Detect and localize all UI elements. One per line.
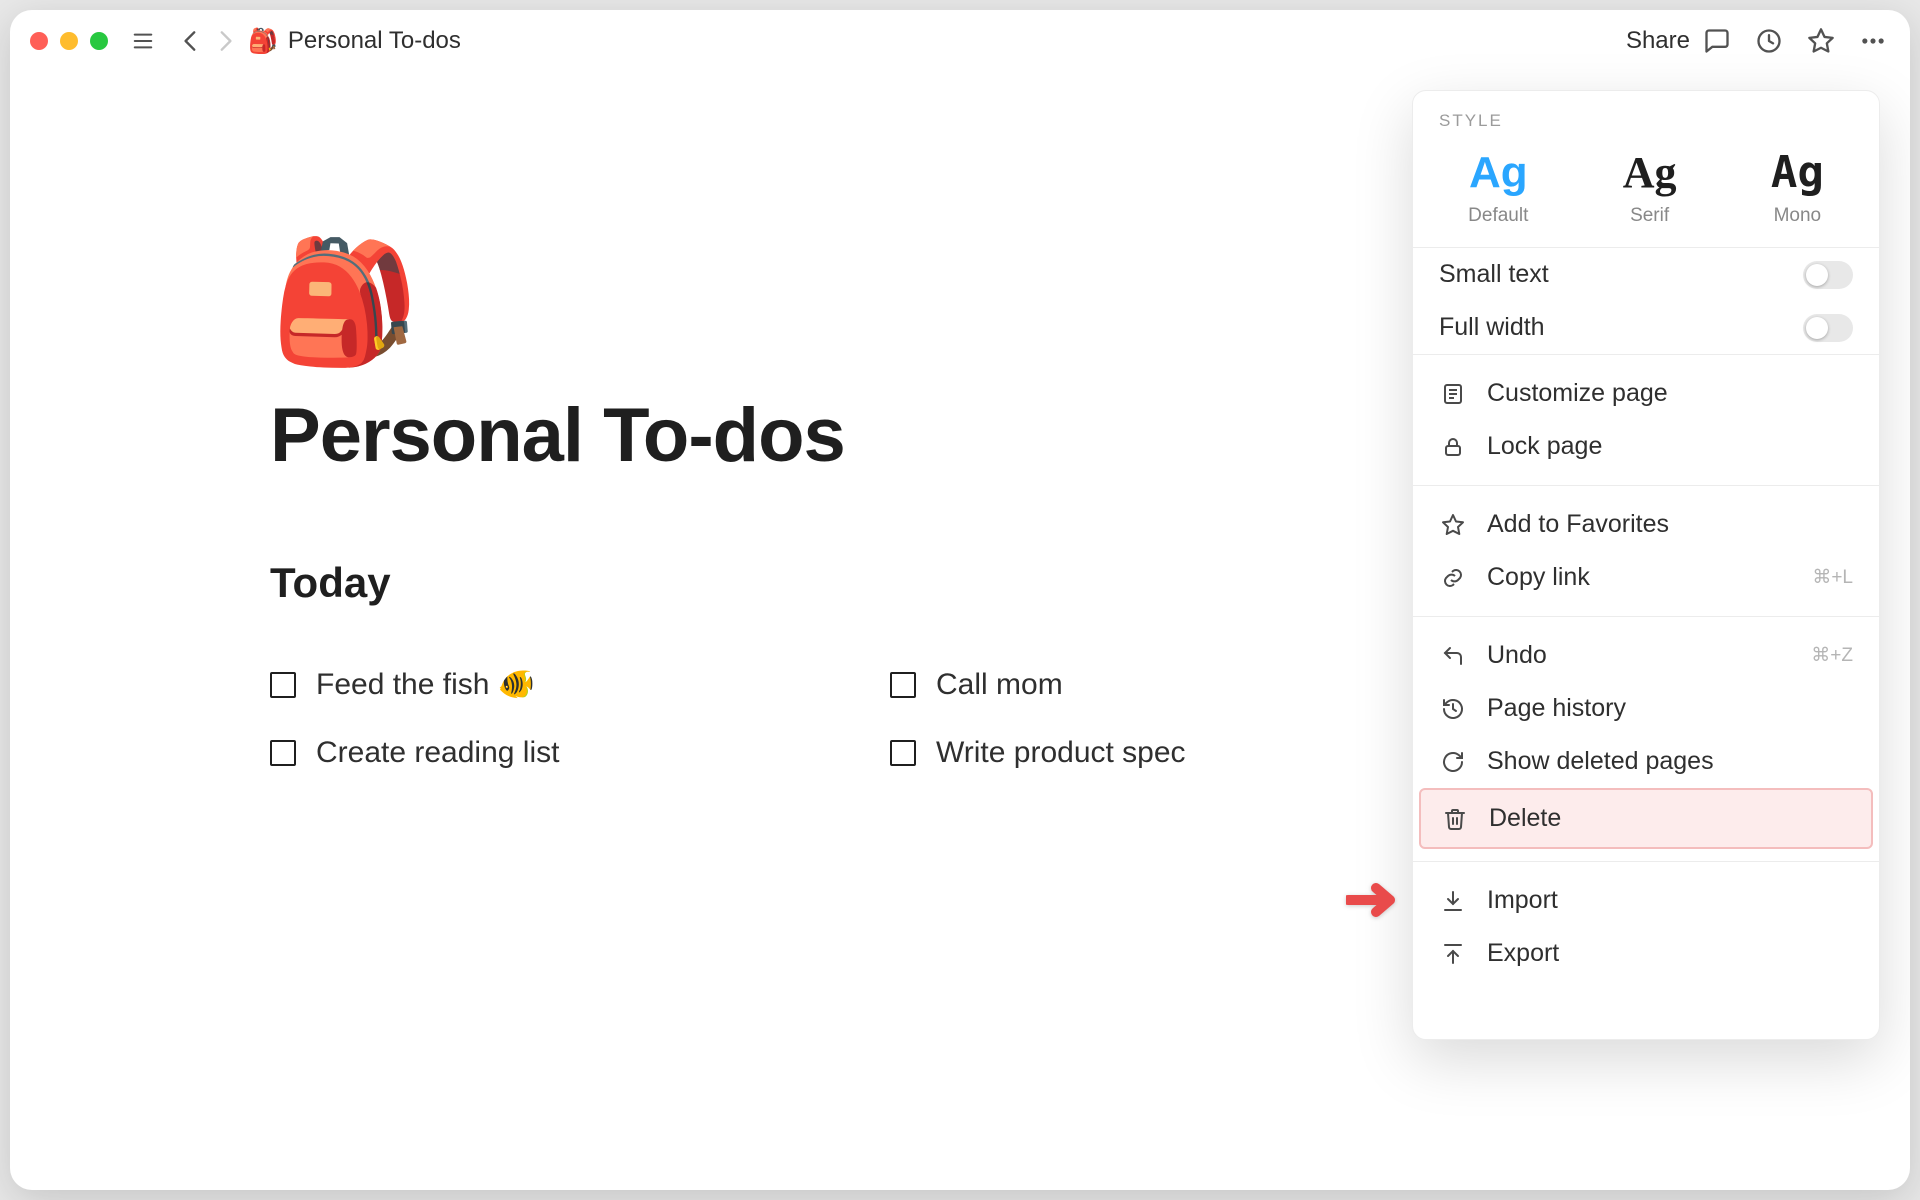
- topbar: 🎒 Personal To-dos Share: [10, 10, 1910, 72]
- export-icon: [1439, 940, 1467, 968]
- favorite-icon[interactable]: [1804, 24, 1838, 58]
- todo-item[interactable]: Call mom: [890, 667, 1470, 702]
- customize-icon: [1439, 380, 1467, 408]
- font-default[interactable]: Ag Default: [1468, 151, 1528, 227]
- breadcrumb-title: Personal To-dos: [288, 27, 461, 55]
- menu-page-history[interactable]: Page history: [1413, 682, 1879, 735]
- font-serif[interactable]: Ag Serif: [1623, 151, 1677, 227]
- breadcrumb[interactable]: 🎒 Personal To-dos: [248, 27, 461, 56]
- more-icon[interactable]: [1856, 24, 1890, 58]
- lock-icon: [1439, 433, 1467, 461]
- switch[interactable]: [1803, 314, 1853, 342]
- menu-copy-link[interactable]: Copy link ⌘+L: [1413, 551, 1879, 604]
- history-icon: [1439, 695, 1467, 723]
- switch[interactable]: [1803, 261, 1853, 289]
- todo-label: Feed the fish 🐠: [316, 667, 535, 702]
- checkbox[interactable]: [890, 740, 916, 766]
- todo-label: Call mom: [936, 668, 1063, 702]
- toggle-full-width[interactable]: Full width: [1413, 301, 1879, 354]
- window-controls: [30, 32, 108, 50]
- undo-icon: [1439, 642, 1467, 670]
- zoom-window[interactable]: [90, 32, 108, 50]
- font-mono[interactable]: Ag Mono: [1771, 151, 1824, 227]
- checkbox[interactable]: [270, 672, 296, 698]
- todo-item[interactable]: Feed the fish 🐠: [270, 667, 850, 702]
- close-window[interactable]: [30, 32, 48, 50]
- breadcrumb-icon: 🎒: [248, 27, 278, 56]
- menu-show-deleted[interactable]: Show deleted pages: [1413, 735, 1879, 788]
- share-button[interactable]: Share: [1626, 27, 1690, 55]
- updates-icon[interactable]: [1752, 24, 1786, 58]
- checkbox[interactable]: [890, 672, 916, 698]
- annotation-arrow-icon: [1346, 878, 1410, 922]
- style-section-label: STYLE: [1413, 91, 1879, 137]
- todo-item[interactable]: Write product spec: [890, 736, 1470, 770]
- menu-undo[interactable]: Undo ⌘+Z: [1413, 629, 1879, 682]
- todo-label: Create reading list: [316, 736, 559, 770]
- minimize-window[interactable]: [60, 32, 78, 50]
- menu-delete[interactable]: Delete: [1419, 788, 1873, 849]
- star-icon: [1439, 511, 1467, 539]
- toggle-small-text[interactable]: Small text: [1413, 248, 1879, 301]
- link-icon: [1439, 564, 1467, 592]
- menu-export[interactable]: Export: [1413, 927, 1879, 980]
- todo-label: Write product spec: [936, 736, 1186, 770]
- trash-icon: [1441, 805, 1469, 833]
- back-icon[interactable]: [174, 24, 208, 58]
- restore-icon: [1439, 748, 1467, 776]
- menu-lock-page[interactable]: Lock page: [1413, 420, 1879, 473]
- menu-customize-page[interactable]: Customize page: [1413, 367, 1879, 420]
- menu-import[interactable]: Import: [1413, 874, 1879, 927]
- forward-icon: [208, 24, 242, 58]
- sidebar-toggle-icon[interactable]: [126, 24, 160, 58]
- import-icon: [1439, 887, 1467, 915]
- todo-item[interactable]: Create reading list: [270, 736, 850, 770]
- comments-icon[interactable]: [1700, 24, 1734, 58]
- page-options-menu: STYLE Ag Default Ag Serif Ag Mono Small …: [1412, 90, 1880, 1040]
- checkbox[interactable]: [270, 740, 296, 766]
- menu-add-favorites[interactable]: Add to Favorites: [1413, 498, 1879, 551]
